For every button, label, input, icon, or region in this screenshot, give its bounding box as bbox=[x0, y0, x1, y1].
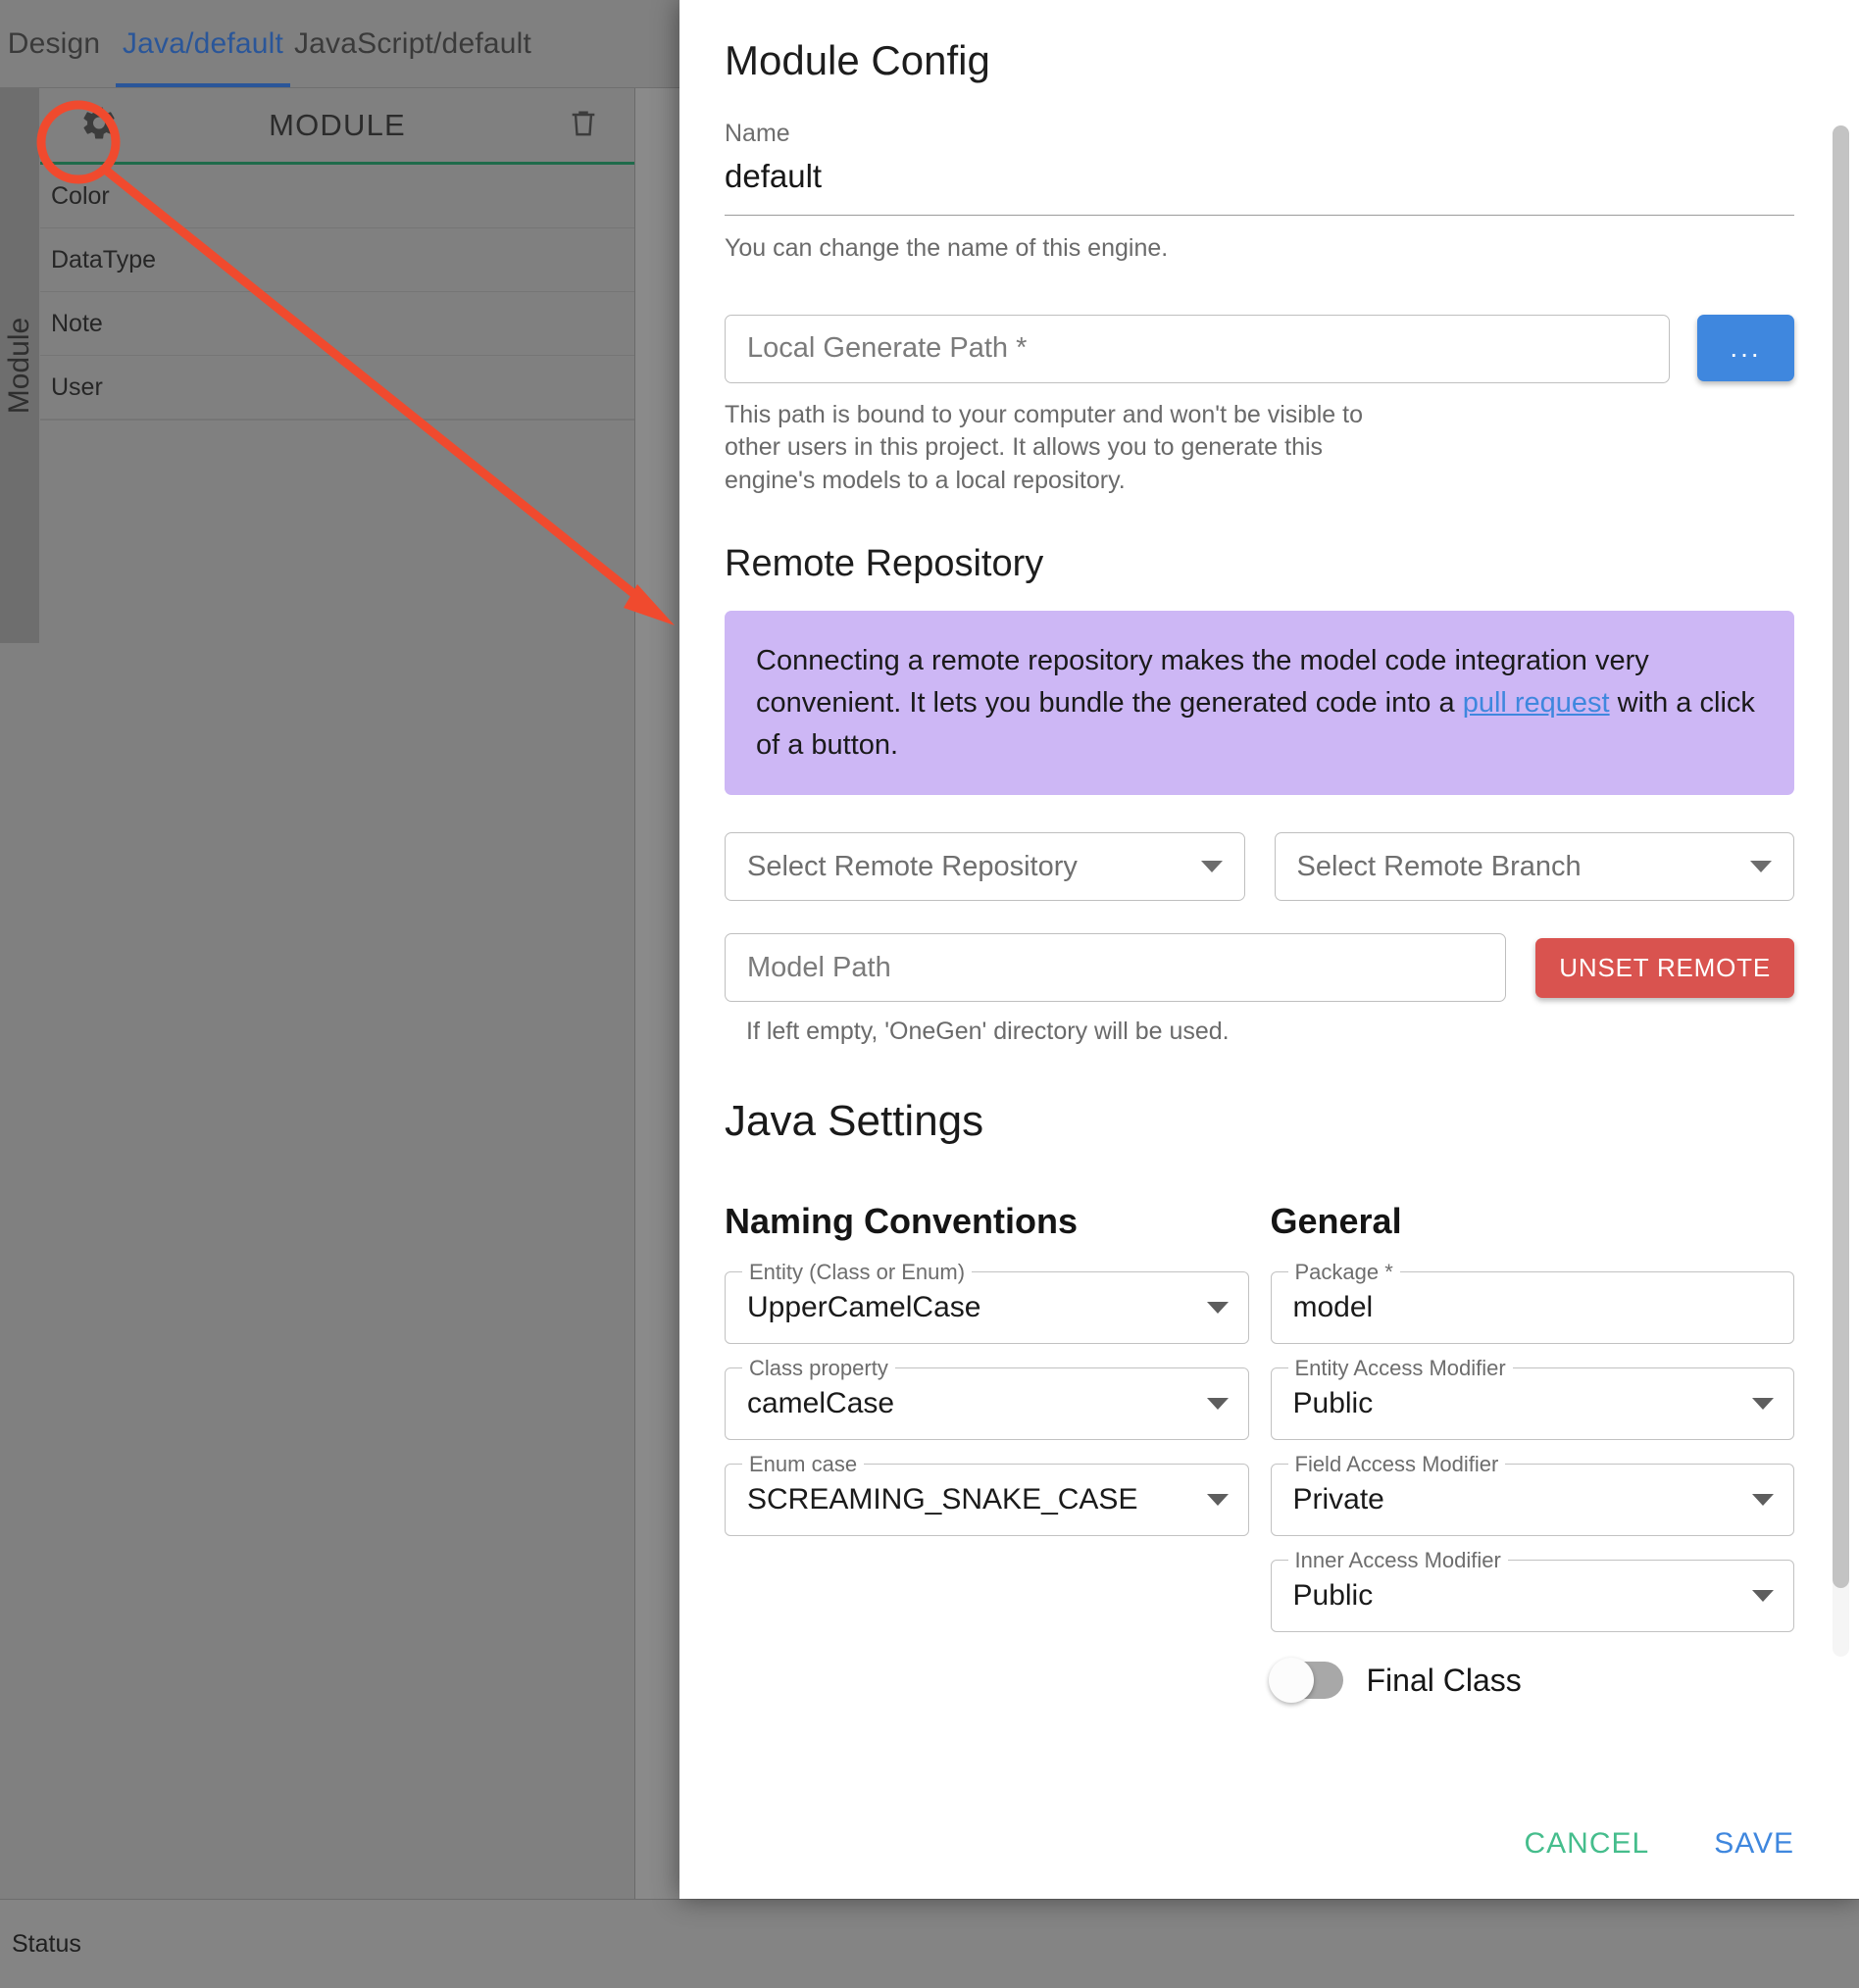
status-bar-label: Status bbox=[12, 1929, 81, 1958]
module-row[interactable]: DataType bbox=[40, 228, 634, 292]
tab-java-default-label: Java/default bbox=[122, 27, 284, 60]
field-access-modifier-value: Private bbox=[1292, 1483, 1384, 1516]
chevron-down-icon bbox=[1750, 861, 1772, 873]
module-row[interactable]: Color bbox=[40, 165, 634, 228]
java-settings-columns: Naming Conventions Entity (Class or Enum… bbox=[725, 1201, 1795, 1704]
inner-access-modifier-select[interactable]: Inner Access Modifier Public bbox=[1270, 1548, 1794, 1633]
browse-path-button[interactable]: ... bbox=[1697, 314, 1794, 381]
remote-repository-heading: Remote Repository bbox=[725, 542, 1044, 584]
chevron-down-icon bbox=[1206, 1398, 1229, 1411]
name-helper-text: You can change the name of this engine. bbox=[725, 234, 1169, 262]
toggle-knob bbox=[1268, 1658, 1314, 1704]
field-access-modifier-select[interactable]: Field Access Modifier Private bbox=[1270, 1452, 1794, 1537]
module-panel-header: MODULE bbox=[40, 88, 634, 165]
remote-repository-select-value: Select Remote Repository bbox=[747, 850, 1078, 882]
local-path-helper-text: This path is bound to your computer and … bbox=[725, 400, 1363, 495]
module-row-label: DataType bbox=[51, 245, 157, 273]
remote-branch-select[interactable]: Select Remote Branch bbox=[1274, 832, 1794, 902]
chevron-down-icon bbox=[1206, 1494, 1229, 1507]
remote-selects-row: Select Remote Repository Select Remote B… bbox=[725, 832, 1794, 902]
module-row-list: Color DataType Note User bbox=[40, 165, 634, 421]
side-strip-module[interactable]: Module bbox=[0, 88, 39, 643]
package-value: model bbox=[1292, 1291, 1374, 1324]
entity-access-modifier-value: Public bbox=[1292, 1387, 1374, 1420]
tab-javascript-default[interactable]: JavaScript/default bbox=[294, 0, 531, 88]
naming-conventions-heading: Naming Conventions bbox=[725, 1201, 1079, 1242]
tab-javascript-default-label: JavaScript/default bbox=[293, 27, 532, 60]
remote-repository-notice: Connecting a remote repository makes the… bbox=[725, 610, 1794, 796]
chevron-down-icon bbox=[1200, 861, 1223, 873]
side-strip-label: Module bbox=[3, 317, 35, 415]
cancel-button[interactable]: CANCEL bbox=[1524, 1827, 1649, 1861]
remote-branch-select-value: Select Remote Branch bbox=[1296, 850, 1582, 882]
package-legend: Package * bbox=[1287, 1260, 1400, 1286]
chevron-down-icon bbox=[1206, 1302, 1229, 1315]
entity-naming-legend: Entity (Class or Enum) bbox=[742, 1260, 973, 1286]
enum-case-select[interactable]: Enum case SCREAMING_SNAKE_CASE bbox=[725, 1452, 1249, 1537]
model-path-row: Model Path UNSET REMOTE bbox=[725, 933, 1794, 1003]
general-column: General Package * model Entity Access Mo… bbox=[1268, 1201, 1795, 1704]
class-property-value: camelCase bbox=[747, 1387, 895, 1420]
module-row-label: Color bbox=[51, 181, 110, 210]
gear-icon[interactable] bbox=[79, 103, 119, 147]
general-heading: General bbox=[1270, 1201, 1402, 1242]
model-path-input[interactable]: Model Path bbox=[725, 933, 1507, 1003]
pull-request-link[interactable]: pull request bbox=[1463, 687, 1610, 719]
chevron-down-icon bbox=[1752, 1494, 1774, 1507]
tab-design-label: Design bbox=[7, 27, 101, 60]
naming-conventions-column: Naming Conventions Entity (Class or Enum… bbox=[725, 1201, 1249, 1699]
dialog-scrollbar-track[interactable] bbox=[1833, 125, 1849, 1657]
module-panel-title: MODULE bbox=[269, 107, 406, 142]
entity-access-modifier-legend: Entity Access Modifier bbox=[1287, 1356, 1513, 1382]
module-row-label: Note bbox=[51, 309, 103, 337]
entity-naming-value: UpperCamelCase bbox=[747, 1291, 981, 1324]
remote-repository-select[interactable]: Select Remote Repository bbox=[725, 832, 1245, 902]
local-generate-path-input[interactable]: Local Generate Path * bbox=[725, 314, 1670, 383]
inner-access-modifier-legend: Inner Access Modifier bbox=[1287, 1548, 1508, 1574]
dialog-body: Module Config Name default You can chang… bbox=[679, 0, 1859, 1788]
enum-case-legend: Enum case bbox=[742, 1452, 865, 1478]
java-settings-heading: Java Settings bbox=[725, 1097, 984, 1146]
module-row[interactable]: Note bbox=[40, 292, 634, 356]
status-bar: Status bbox=[0, 1899, 1859, 1988]
dialog-title: Module Config bbox=[725, 37, 990, 83]
save-button[interactable]: SAVE bbox=[1714, 1827, 1794, 1861]
chevron-down-icon bbox=[1752, 1398, 1774, 1411]
entity-access-modifier-select[interactable]: Entity Access Modifier Public bbox=[1270, 1356, 1794, 1441]
local-path-row: Local Generate Path * ... bbox=[725, 314, 1794, 383]
module-row[interactable]: User bbox=[40, 356, 634, 420]
name-input[interactable]: default bbox=[725, 158, 1794, 216]
chevron-down-icon bbox=[1752, 1590, 1774, 1603]
dialog-footer: CANCEL SAVE bbox=[679, 1788, 1859, 1899]
entity-naming-select[interactable]: Entity (Class or Enum) UpperCamelCase bbox=[725, 1260, 1249, 1345]
name-field-label: Name bbox=[725, 120, 790, 147]
module-config-dialog: Module Config Name default You can chang… bbox=[679, 0, 1859, 1899]
final-class-toggle-row[interactable]: Final Class bbox=[1268, 1658, 1795, 1704]
class-property-legend: Class property bbox=[742, 1356, 895, 1382]
trash-icon[interactable] bbox=[567, 105, 600, 145]
class-property-naming-select[interactable]: Class property camelCase bbox=[725, 1356, 1249, 1441]
enum-case-value: SCREAMING_SNAKE_CASE bbox=[747, 1483, 1138, 1516]
inner-access-modifier-value: Public bbox=[1292, 1579, 1374, 1613]
module-panel: MODULE Color DataType Note User bbox=[40, 88, 635, 1899]
package-input[interactable]: Package * model bbox=[1270, 1260, 1794, 1345]
final-class-label: Final Class bbox=[1366, 1662, 1522, 1698]
module-row-label: User bbox=[51, 373, 103, 401]
dialog-scrollbar-thumb[interactable] bbox=[1833, 125, 1849, 1588]
field-access-modifier-legend: Field Access Modifier bbox=[1287, 1452, 1506, 1478]
tab-java-default[interactable]: Java/default bbox=[116, 0, 290, 88]
final-class-toggle[interactable] bbox=[1268, 1658, 1343, 1704]
unset-remote-button[interactable]: UNSET REMOTE bbox=[1535, 937, 1794, 998]
model-path-helper-text: If left empty, 'OneGen' directory will b… bbox=[746, 1018, 1230, 1046]
tab-design[interactable]: Design bbox=[0, 0, 108, 88]
